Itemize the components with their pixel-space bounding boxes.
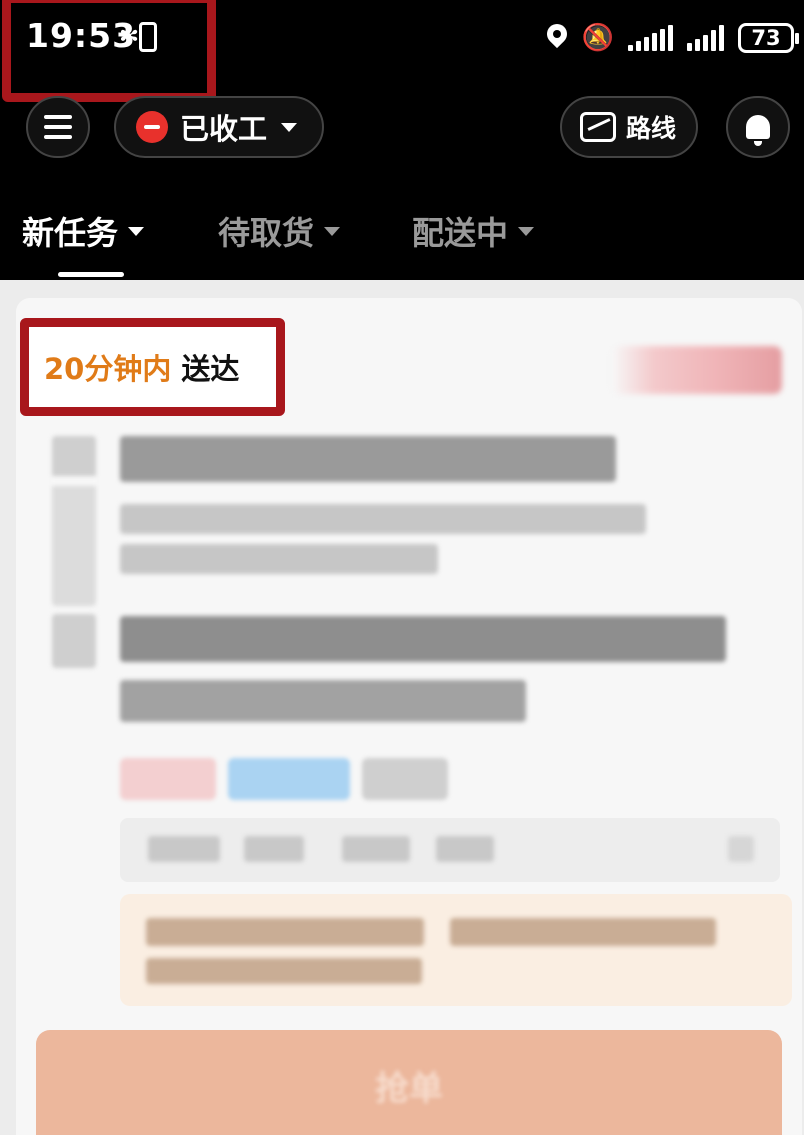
order-info-row xyxy=(120,818,780,882)
route-label: 路线 xyxy=(626,114,677,143)
menu-icon-line xyxy=(44,135,72,139)
task-list: 20分钟内 送达 抢单 xyxy=(0,280,804,1135)
task-tabs: 新任务 待取货 配送中 xyxy=(0,196,804,280)
delivery-address-line2-blurred xyxy=(120,680,526,722)
notice-text-blurred xyxy=(146,958,422,984)
map-icon xyxy=(580,112,616,142)
tag-blurred-red xyxy=(120,758,216,800)
tab-label: 配送中 xyxy=(412,214,509,252)
menu-icon-line xyxy=(44,125,72,129)
pickup-address-line2-blurred xyxy=(120,544,438,574)
order-price-blurred xyxy=(612,346,782,394)
work-status-button[interactable]: 已收工 xyxy=(114,96,324,158)
tab-delivering[interactable]: 配送中 xyxy=(412,208,535,254)
delivery-distance-blurred xyxy=(52,614,96,668)
chevron-down-icon xyxy=(128,226,145,236)
signal-icon xyxy=(628,25,673,51)
battery-icon: 73 xyxy=(738,23,799,53)
chevron-down-icon xyxy=(518,226,535,236)
notice-text-blurred xyxy=(146,918,424,946)
tag-blurred-blue xyxy=(228,758,350,800)
location-icon xyxy=(546,24,568,52)
stop-icon xyxy=(136,111,168,143)
eta-highlight-box: 20分钟内 送达 xyxy=(20,318,285,416)
route-button[interactable]: 路线 xyxy=(560,96,698,158)
signal-icon-2 xyxy=(687,25,724,51)
pickup-distance-blurred xyxy=(52,436,96,606)
delivery-address-blurred xyxy=(120,616,726,662)
info-item-blurred xyxy=(244,836,304,862)
mute-icon: 🔕 xyxy=(581,23,614,53)
top-bar: 已收工 路线 xyxy=(0,96,804,160)
chevron-down-icon xyxy=(281,122,298,132)
eta-time: 20分钟内 xyxy=(44,352,172,386)
status-bar: 19:53 ✻ 🔕 73 xyxy=(0,0,804,102)
accept-order-label: 抢单 xyxy=(375,1068,443,1109)
active-tab-indicator xyxy=(58,272,124,277)
tab-label: 待取货 xyxy=(218,214,315,252)
info-item-blurred xyxy=(436,836,494,862)
info-item-blurred xyxy=(148,836,220,862)
work-status-label: 已收工 xyxy=(180,112,268,146)
notification-button[interactable] xyxy=(726,96,790,158)
tab-label: 新任务 xyxy=(22,214,119,252)
order-notice xyxy=(120,894,792,1006)
status-icons: 🔕 73 xyxy=(546,20,799,56)
tag-blurred-gray xyxy=(362,758,448,800)
notice-text-blurred xyxy=(450,918,716,946)
bell-icon xyxy=(746,115,770,146)
chevron-down-icon xyxy=(324,226,341,236)
menu-button[interactable] xyxy=(26,96,90,158)
order-card[interactable]: 20分钟内 送达 抢单 xyxy=(16,298,802,1135)
tab-new-tasks[interactable]: 新任务 xyxy=(22,208,145,254)
time-highlight-box xyxy=(2,0,216,102)
menu-icon-line xyxy=(44,115,72,119)
info-item-blurred xyxy=(342,836,410,862)
pickup-store-name-blurred xyxy=(120,436,616,482)
eta-text: 送达 xyxy=(181,352,240,386)
app-screen: 19:53 ✻ 🔕 73 已收工 路线 新任务 待取货 配送中 20分钟内 送达… xyxy=(0,0,804,1135)
accept-order-button[interactable]: 抢单 xyxy=(36,1030,782,1135)
tab-pending-pickup[interactable]: 待取货 xyxy=(218,208,341,254)
info-arrow-blurred xyxy=(728,836,754,862)
pickup-address-blurred xyxy=(120,504,646,534)
